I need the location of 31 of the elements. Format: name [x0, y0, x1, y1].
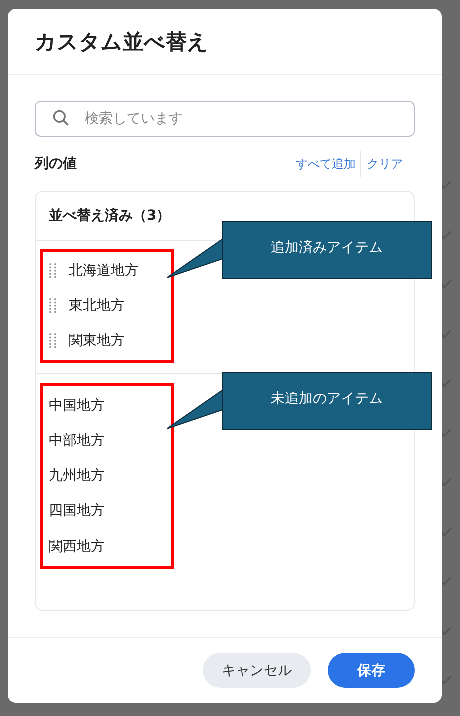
check-icon	[440, 230, 452, 240]
check-icon	[440, 526, 452, 536]
drag-handle-icon[interactable]	[49, 333, 57, 350]
check-icon	[440, 378, 452, 388]
list-item[interactable]: 関東地方	[69, 332, 125, 350]
section-label: 列の値	[35, 155, 77, 173]
drag-handle-icon[interactable]	[49, 298, 57, 314]
list-item[interactable]: 九州地方	[49, 467, 105, 486]
check-icon	[440, 477, 452, 487]
action-link[interactable]: すべて追加	[296, 156, 360, 172]
check-icon	[440, 626, 452, 636]
drag-handle-icon[interactable]	[49, 262, 57, 279]
save-button[interactable]: 保存	[328, 653, 415, 688]
check-icon	[440, 180, 452, 190]
list-item[interactable]: 中部地方	[49, 432, 105, 450]
check-icon	[440, 328, 452, 338]
list-item[interactable]: 北海道地方	[69, 262, 139, 280]
panel-header: 並べ替え済み（3）	[49, 207, 171, 225]
list-item[interactable]: 関西地方	[49, 538, 105, 556]
dialog-title: カスタム並べ替え	[35, 28, 209, 56]
list-item[interactable]: 中国地方	[49, 396, 105, 415]
action-link[interactable]: クリア	[361, 156, 415, 172]
search-icon	[52, 109, 70, 127]
cancel-button[interactable]: キャンセル	[203, 653, 311, 688]
list-item[interactable]: 東北地方	[69, 296, 125, 315]
check-icon	[440, 576, 452, 586]
check-icon	[440, 428, 452, 438]
check-icon	[440, 675, 452, 685]
check-icon	[440, 279, 452, 289]
search-field[interactable]: 検索しています	[35, 101, 415, 137]
list-item[interactable]: 四国地方	[49, 502, 105, 520]
